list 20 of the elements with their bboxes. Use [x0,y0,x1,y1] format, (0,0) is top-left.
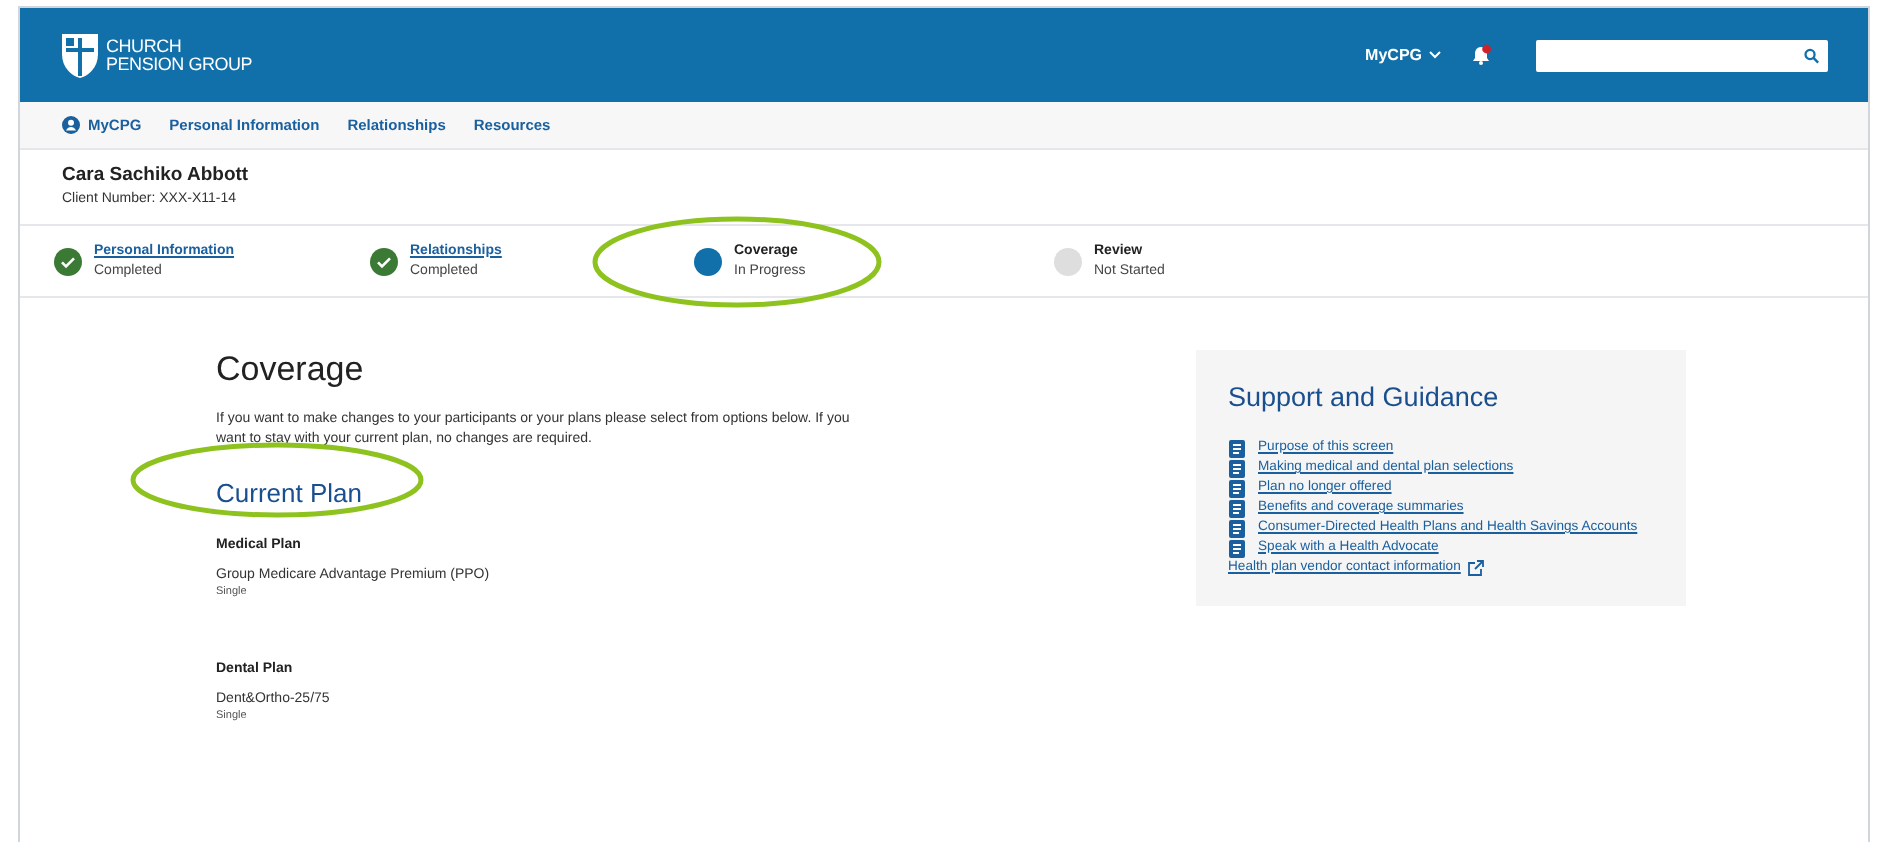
search-field[interactable] [1536,39,1828,71]
user-icon[interactable] [62,116,80,134]
document-icon [1228,519,1246,537]
bell-icon[interactable] [1470,44,1492,66]
page-title: Coverage [216,350,366,390]
logo-text: PENSION GROUP [106,55,253,73]
section-title: Current Plan [216,478,364,510]
document-icon [1228,539,1246,557]
chevron-down-icon[interactable] [1428,50,1442,60]
document-icon [1228,459,1246,477]
document-icon [1228,479,1246,497]
document-icon [1228,499,1246,517]
document-icon [1228,439,1246,457]
logo-text: CHURCH [106,37,184,55]
client-name: Cara Sachiko Abbott [62,162,251,191]
panel-title: Support and Guidance [1228,382,1501,414]
search-icon[interactable] [1804,47,1820,63]
account-menu[interactable]: MyCPG [1365,43,1442,67]
external-link-icon[interactable] [1468,560,1485,576]
logo-icon [60,31,100,79]
